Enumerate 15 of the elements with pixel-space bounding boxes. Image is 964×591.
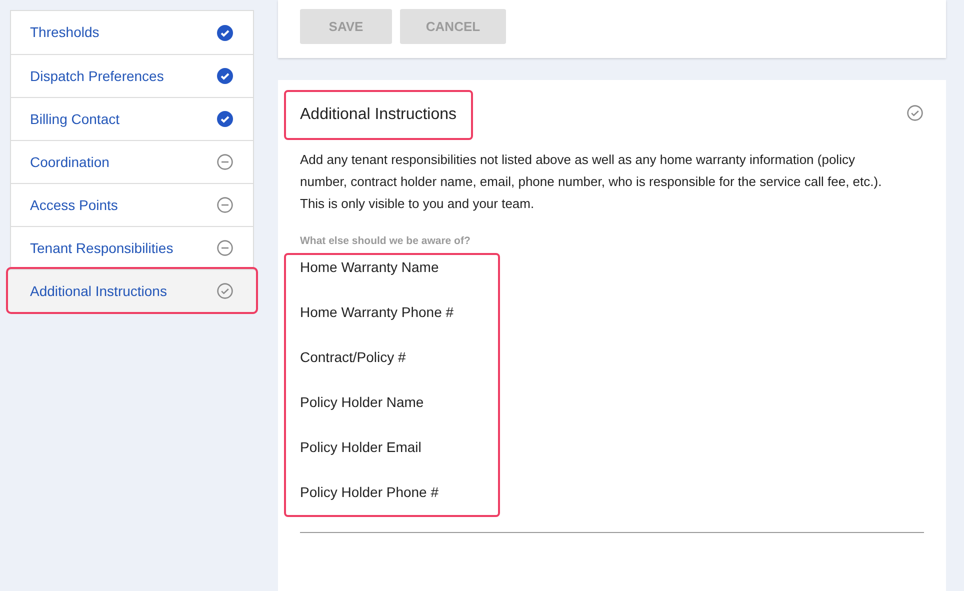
sidebar-item[interactable]: Tenant Responsibilities <box>11 226 253 269</box>
description-text: This is only visible to you and your team. <box>300 195 536 213</box>
check-circle-icon <box>217 68 233 84</box>
answer-field[interactable]: Home Warranty Name Home Warranty Phone # Contract/Policy # Policy Holder Name Policy Holder Email Policy Holder Phone # <box>300 250 924 533</box>
field-label: What else should we be aware of? <box>300 234 472 249</box>
minus-circle-icon <box>217 240 233 256</box>
check-circle-icon <box>217 283 233 299</box>
check-circle-icon <box>907 105 923 121</box>
minus-circle-icon <box>217 154 233 170</box>
check-circle-icon <box>217 24 233 40</box>
section-title: Additional Instructions <box>284 90 473 140</box>
sidebar-item[interactable]: Additional Instructions <box>8 269 256 312</box>
check-circle-icon <box>217 111 233 127</box>
description-text: Add any tenant responsibilities not listed above as well as any home warranty information (policy number, contract holder name, email, phone number, who is responsible for the service call fee, etc.). <box>300 151 883 191</box>
minus-circle-icon <box>217 197 233 213</box>
